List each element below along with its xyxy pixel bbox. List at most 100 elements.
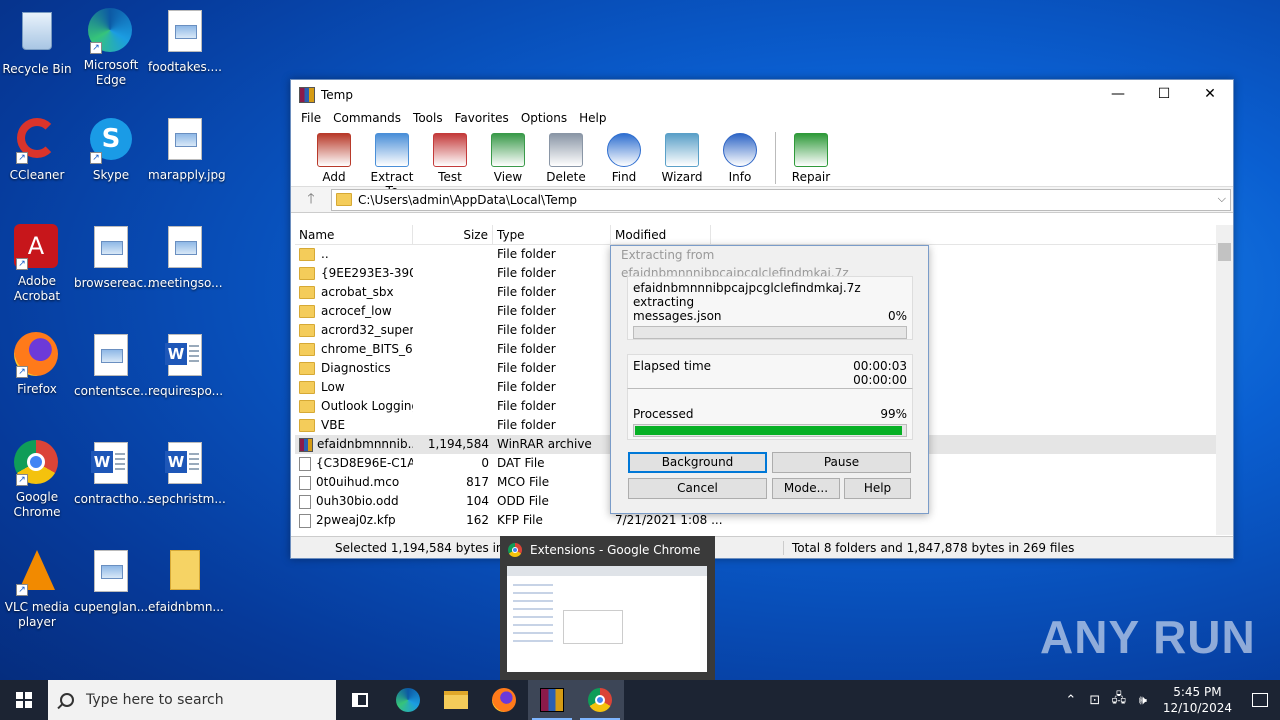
- desktop-icon-label: browsereac...: [74, 276, 155, 290]
- folder-icon: [299, 324, 315, 337]
- taskbar-search-box[interactable]: Type here to search: [48, 680, 336, 720]
- maximize-button[interactable]: ☐: [1141, 80, 1187, 109]
- desktop-icon-label: efaidnbmn...: [148, 600, 224, 614]
- file-size: [413, 264, 493, 283]
- image-file-icon: [162, 226, 208, 272]
- chrome-window-preview[interactable]: Extensions - Google Chrome: [500, 536, 715, 680]
- file-type: File folder: [497, 418, 556, 432]
- desktop-icon-requirespo[interactable]: W requirespo...: [148, 332, 223, 399]
- desktop-icon-marapply[interactable]: marapply.jpg: [148, 116, 226, 183]
- delete-button[interactable]: Delete: [537, 129, 595, 184]
- meet-now-icon[interactable]: ⊡: [1083, 693, 1107, 708]
- file-type: File folder: [497, 342, 556, 356]
- menu-help[interactable]: Help: [573, 109, 612, 129]
- vlc-icon: ↗: [14, 550, 60, 596]
- test-button[interactable]: Test: [421, 129, 479, 184]
- folder-icon: [299, 362, 315, 375]
- taskbar-chrome[interactable]: [576, 680, 624, 720]
- desktop-icon-vlc[interactable]: ↗ VLC media player: [0, 548, 74, 630]
- column-modified[interactable]: Modified: [611, 225, 711, 244]
- minimize-button[interactable]: —: [1095, 80, 1141, 109]
- chrome-icon: ↗: [14, 440, 60, 486]
- folder-icon: [299, 343, 315, 356]
- add-button[interactable]: Add: [305, 129, 363, 184]
- pause-button[interactable]: Pause: [772, 452, 911, 473]
- desktop-icon-cupenglan[interactable]: cupenglan...: [74, 548, 148, 615]
- find-button[interactable]: Find: [595, 129, 653, 184]
- path-field[interactable]: C:\Users\admin\AppData\Local\Temp ⌵: [331, 188, 1231, 211]
- desktop-icon-firefox[interactable]: ↗ Firefox: [0, 332, 74, 397]
- winrar-icon: [540, 688, 564, 712]
- info-icon: [723, 133, 757, 167]
- notification-icon: [1252, 693, 1268, 707]
- folder-icon: [336, 193, 352, 206]
- taskbar-winrar[interactable]: [528, 680, 576, 720]
- toolbar: Add Extract To Test View Delete Find Wiz…: [291, 129, 1233, 198]
- up-arrow-icon[interactable]: 🡑: [291, 188, 331, 212]
- desktop-icon-foodtakes[interactable]: foodtakes....: [148, 8, 222, 75]
- menu-favorites[interactable]: Favorites: [449, 109, 515, 129]
- desktop-icon-ccleaner[interactable]: ↗ CCleaner: [0, 116, 74, 183]
- desktop-icon-meetingso[interactable]: meetingso...: [148, 224, 223, 291]
- word-file-icon: W: [162, 334, 208, 380]
- desktop-icon-google-chrome[interactable]: ↗ Google Chrome: [0, 440, 74, 520]
- desktop-icon-efaidnbmn[interactable]: efaidnbmn...: [148, 548, 224, 615]
- desktop-icon-sepchristm[interactable]: W sepchristm...: [148, 440, 226, 507]
- desktop-icon-contractho[interactable]: W contractho...: [74, 440, 150, 507]
- chevron-down-icon[interactable]: ⌵: [1218, 192, 1226, 206]
- vertical-scrollbar[interactable]: [1216, 225, 1233, 535]
- desktop-icon-recycle-bin[interactable]: Recycle Bin: [0, 8, 74, 77]
- column-type[interactable]: Type: [493, 225, 611, 244]
- file-size: [413, 245, 493, 264]
- help-button[interactable]: Help: [844, 478, 911, 499]
- desktop-icon-skype[interactable]: S ↗ Skype: [74, 116, 148, 183]
- task-view-button[interactable]: [336, 680, 384, 720]
- background-button[interactable]: Background: [628, 452, 767, 473]
- scrollbar-thumb[interactable]: [1218, 243, 1231, 261]
- desktop-icon-edge[interactable]: ↗ Microsoft Edge: [74, 8, 148, 88]
- wizard-button[interactable]: Wizard: [653, 129, 711, 184]
- chrome-icon: [508, 543, 522, 557]
- info-button[interactable]: Info: [711, 129, 769, 184]
- start-button[interactable]: [0, 680, 48, 720]
- cancel-button[interactable]: Cancel: [628, 478, 767, 499]
- desktop-icon-browsereac[interactable]: browsereac...: [74, 224, 155, 291]
- file-name: {9EE293E3-390D...: [321, 266, 413, 280]
- menu-tools[interactable]: Tools: [407, 109, 449, 129]
- firefox-icon: ↗: [14, 332, 60, 378]
- menu-file[interactable]: File: [295, 109, 327, 129]
- image-file-icon: [88, 226, 134, 272]
- column-size[interactable]: Size: [413, 225, 493, 244]
- taskbar-edge[interactable]: [384, 680, 432, 720]
- edge-icon: [396, 688, 420, 712]
- desktop-icon-label: sepchristm...: [148, 492, 226, 506]
- desktop-icon-contentsce[interactable]: contentsce...: [74, 332, 152, 399]
- volume-icon[interactable]: 🕪: [1131, 693, 1155, 708]
- chevron-up-icon[interactable]: ⌃: [1059, 693, 1083, 708]
- network-icon[interactable]: 🖧: [1107, 689, 1131, 711]
- title-bar[interactable]: Temp — ☐ ✕: [291, 80, 1233, 109]
- close-button[interactable]: ✕: [1187, 80, 1233, 109]
- desktop-icon-adobe-acrobat[interactable]: A ↗ Adobe Acrobat: [0, 224, 74, 304]
- clock[interactable]: 5:45 PM 12/10/2024: [1155, 684, 1240, 716]
- taskbar-file-explorer[interactable]: [432, 680, 480, 720]
- menu-commands[interactable]: Commands: [327, 109, 407, 129]
- taskbar-firefox[interactable]: [480, 680, 528, 720]
- file-type: File folder: [497, 304, 556, 318]
- file-type: WinRAR archive: [497, 437, 592, 451]
- total-progress-fill: [635, 426, 903, 435]
- file-icon: [299, 513, 311, 528]
- repair-button[interactable]: Repair: [782, 129, 840, 184]
- status-total: Total 8 folders and 1,847,878 bytes in 2…: [783, 540, 1233, 555]
- winrar-archive-icon: [299, 437, 313, 452]
- file-type: File folder: [497, 380, 556, 394]
- view-icon: [491, 133, 525, 167]
- firefox-icon: [492, 688, 516, 712]
- notification-button[interactable]: [1240, 680, 1280, 720]
- column-name[interactable]: Name: [295, 225, 413, 244]
- edge-icon: ↗: [88, 8, 134, 54]
- mode-button[interactable]: Mode...: [772, 478, 840, 499]
- file-name: VBE: [321, 418, 346, 432]
- menu-options[interactable]: Options: [515, 109, 573, 129]
- view-button[interactable]: View: [479, 129, 537, 184]
